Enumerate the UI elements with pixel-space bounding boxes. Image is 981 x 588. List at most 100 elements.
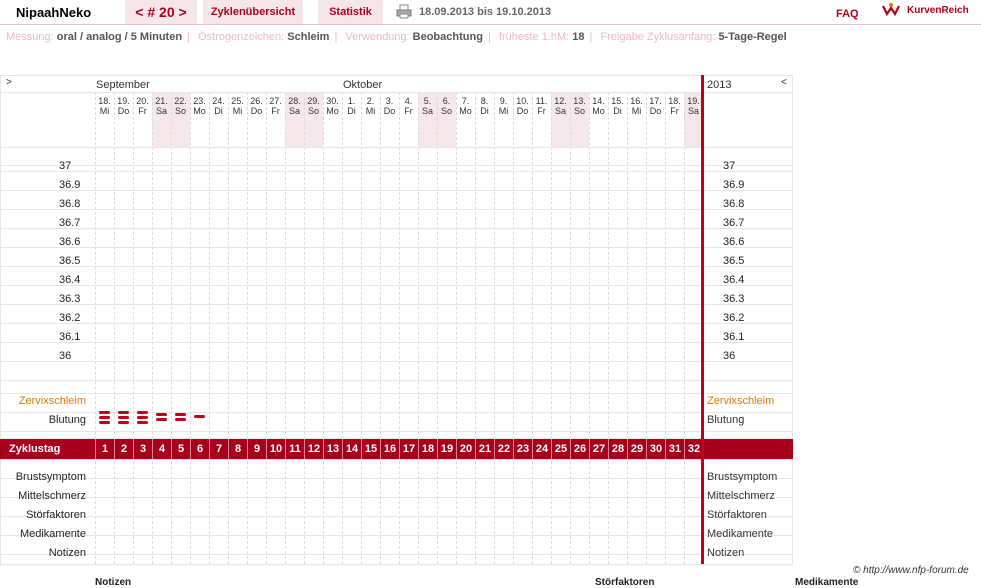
- grid-line: [0, 342, 793, 343]
- temp-label-left: 37: [59, 160, 72, 172]
- bottom-row-label-right: Brustsymptom: [707, 471, 778, 483]
- cycle-day-number: 7: [209, 439, 228, 459]
- cycle-day-number: 26: [570, 439, 589, 459]
- day-weekday: So: [573, 106, 585, 116]
- temp-label-left: 36.3: [59, 293, 81, 305]
- printer-icon[interactable]: [396, 4, 412, 19]
- measure-value: oral / analog / 5 Minuten: [56, 31, 183, 43]
- year-label: 2013: [707, 79, 732, 91]
- day-gridline: [266, 92, 267, 564]
- grid-line: [0, 209, 793, 210]
- cycle-day-number: 11: [285, 439, 304, 459]
- day-weekday: Di: [480, 106, 489, 116]
- day-gridline: [247, 92, 248, 564]
- grid-line: [0, 304, 793, 305]
- top-bar: NipaahNeko < # 20 > Zyklenübersicht Stat…: [0, 0, 981, 25]
- day-weekday: Do: [516, 106, 529, 116]
- day-date: 23.: [193, 96, 206, 106]
- day-gridline: [228, 92, 229, 564]
- cycle-day-number: 17: [399, 439, 418, 459]
- day-weekday: Mi: [232, 106, 243, 116]
- cycle-day-number: 21: [475, 439, 494, 459]
- grid-line: [0, 431, 793, 432]
- cycle-day-number: 23: [513, 439, 532, 459]
- date-range: 18.09.2013 bis 19.10.2013: [419, 6, 552, 18]
- bottom-row-label-left: Notizen: [48, 547, 86, 559]
- grid-line: [0, 190, 793, 191]
- nav-left-button[interactable]: >: [6, 77, 12, 88]
- bleeding-mark: [118, 411, 129, 414]
- temp-label-right: 36.1: [723, 331, 745, 343]
- temp-label-right: 36.4: [723, 274, 745, 286]
- day-gridline: [190, 92, 191, 564]
- day-weekday: So: [307, 106, 319, 116]
- day-gridline: [665, 92, 666, 564]
- day-gridline: [532, 92, 533, 564]
- day-gridline: [608, 92, 609, 564]
- day-gridline: [627, 92, 628, 564]
- grid-line: [0, 323, 793, 324]
- day-weekday: Fr: [404, 106, 413, 116]
- cycle-navigator[interactable]: < # 20 >: [125, 0, 197, 24]
- temp-label-left: 36.5: [59, 255, 81, 267]
- day-gridline: [114, 92, 115, 564]
- bleeding-mark: [118, 416, 129, 419]
- usage-value: Beobachtung: [412, 31, 483, 43]
- day-weekday: So: [440, 106, 452, 116]
- cycle-day-number: 9: [247, 439, 266, 459]
- bottom-row-label-left: Medikamente: [19, 528, 86, 540]
- estrogen-label: Östrogenzeichen:: [197, 31, 285, 43]
- cycle-day-number: 16: [380, 439, 399, 459]
- bottom-row-label-left: Störfaktoren: [26, 509, 86, 521]
- day-gridline: [342, 92, 343, 564]
- bleeding-mark: [99, 411, 110, 414]
- day-gridline: [418, 92, 419, 564]
- bleeding-mark: [137, 411, 148, 414]
- bleeding-mark: [175, 413, 186, 416]
- day-gridline: [684, 92, 685, 564]
- username: NipaahNeko: [16, 5, 92, 20]
- tab-statistics[interactable]: Statistik: [318, 0, 383, 24]
- nav-right-button[interactable]: <: [781, 77, 787, 88]
- bleeding-mark: [156, 413, 167, 416]
- day-date: 2.: [366, 96, 375, 106]
- day-gridline: [95, 92, 96, 564]
- day-date: 30.: [326, 96, 339, 106]
- grid-line: [0, 266, 793, 267]
- bottom-row-label-right: Notizen: [707, 547, 745, 559]
- faq-link[interactable]: FAQ: [836, 8, 859, 20]
- temp-label-right: 36.9: [723, 179, 745, 191]
- measure-label: Messung:: [6, 31, 54, 43]
- day-date: 20.: [136, 96, 149, 106]
- day-weekday: Mo: [193, 106, 206, 116]
- day-date: 25.: [231, 96, 244, 106]
- day-date: 6.: [442, 96, 451, 106]
- day-weekday: Do: [117, 106, 130, 116]
- temp-label-right: 36: [723, 350, 736, 362]
- estrogen-value: Schleim: [287, 31, 330, 43]
- day-date: 8.: [480, 96, 489, 106]
- bleeding-mark: [175, 418, 186, 421]
- grid-line: [0, 393, 793, 394]
- cycle-settings: Messung: oral / analog / 5 Minuten | Östr…: [6, 31, 787, 43]
- day-date: 16.: [630, 96, 643, 106]
- grid-line: [0, 516, 793, 517]
- cycle-day-number: 15: [361, 439, 380, 459]
- temp-label-left: 36.2: [59, 312, 81, 324]
- temp-label-left: 36.8: [59, 198, 81, 210]
- day-gridline: [589, 92, 590, 564]
- cycle-day-number: 20: [456, 439, 475, 459]
- grid-line: [0, 285, 793, 286]
- day-date: 10.: [516, 96, 529, 106]
- day-gridline: [551, 92, 552, 564]
- day-weekday: Fr: [670, 106, 679, 116]
- day-date: 13.: [573, 96, 586, 106]
- bleeding-mark: [99, 416, 110, 419]
- temp-label-left: 36.1: [59, 331, 81, 343]
- tab-cycle-overview[interactable]: Zyklenübersicht: [203, 0, 303, 24]
- cycle-day-number: 31: [665, 439, 684, 459]
- day-gridline: [133, 92, 134, 564]
- day-weekday: Fr: [271, 106, 280, 116]
- day-weekday: Mo: [459, 106, 472, 116]
- temp-label-right: 36.5: [723, 255, 745, 267]
